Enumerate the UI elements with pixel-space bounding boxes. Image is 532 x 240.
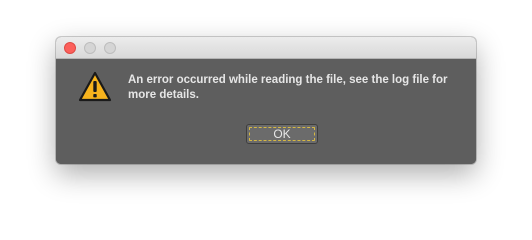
zoom-icon[interactable]: [104, 42, 116, 54]
ok-button[interactable]: OK: [246, 124, 318, 144]
close-icon[interactable]: [64, 42, 76, 54]
minimize-icon[interactable]: [84, 42, 96, 54]
error-dialog-window: An error occurred while reading the file…: [56, 37, 476, 164]
warning-icon: [78, 71, 112, 102]
ok-button-label: OK: [273, 127, 291, 141]
dialog-body: An error occurred while reading the file…: [56, 59, 476, 164]
title-bar[interactable]: [56, 37, 476, 59]
error-message: An error occurred while reading the file…: [128, 74, 448, 101]
